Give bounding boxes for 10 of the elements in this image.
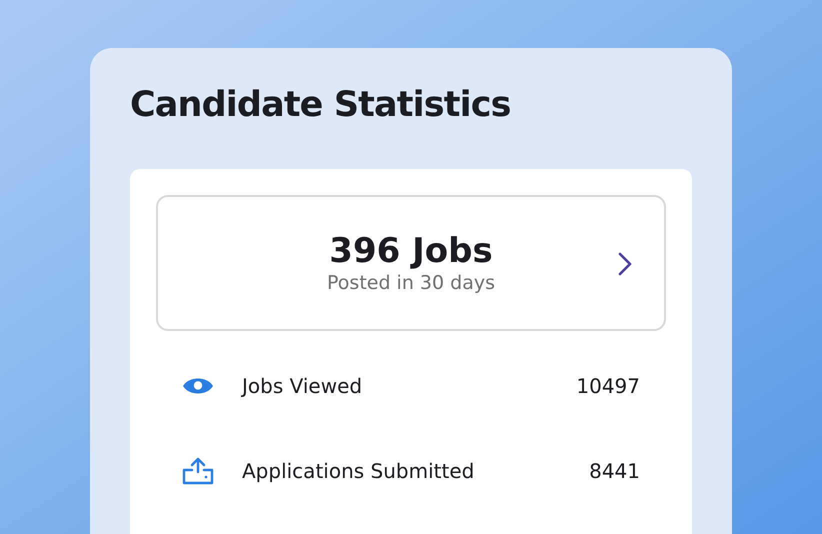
stat-value: 10497: [576, 373, 640, 400]
panel-title: Candidate Statistics: [130, 88, 511, 123]
upload-icon: [182, 457, 214, 485]
stat-value: 8441: [589, 458, 640, 485]
chevron-right-icon: [618, 252, 632, 276]
jobs-count: 396 Jobs: [329, 230, 493, 272]
stat-label: Jobs Viewed: [242, 373, 362, 400]
summary-box[interactable]: 396 Jobs Posted in 30 days: [156, 195, 666, 331]
jobs-caption: Posted in 30 days: [327, 272, 495, 296]
stat-label: Applications Submitted: [242, 458, 474, 485]
